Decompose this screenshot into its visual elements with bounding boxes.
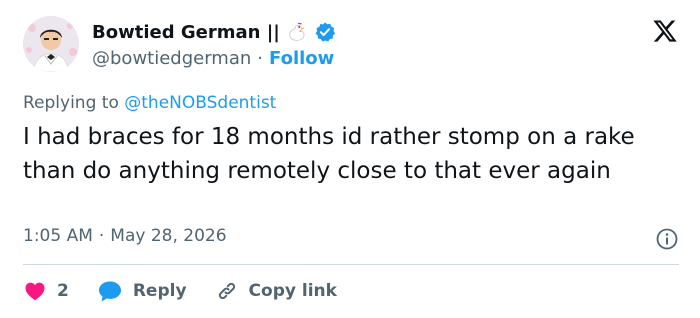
replying-to-line: Replying to @theNOBSdentist (23, 93, 276, 113)
replying-to-label: Replying to (23, 93, 125, 113)
author-name-row: Bowtied German || (92, 19, 336, 45)
tweet-timestamp[interactable]: 1:05 AM · May 28, 2026 (23, 226, 227, 246)
reply-button[interactable]: Reply (97, 279, 187, 303)
replying-to-mention[interactable]: @theNOBSdentist (124, 93, 276, 113)
like-button[interactable]: 2 (23, 279, 69, 303)
copy-link-label: Copy link (248, 281, 337, 301)
tweet-card: Bowtied German || @bowtiedgerman · Follo… (0, 0, 700, 318)
avatar[interactable] (23, 16, 79, 72)
verified-badge-icon (314, 21, 336, 43)
tweet-actions: 2 Reply Copy link (23, 276, 337, 306)
author-handle-row: @bowtiedgerman · Follow (92, 48, 334, 69)
chicken-icon (286, 21, 308, 43)
copy-link-button[interactable]: Copy link (215, 279, 337, 303)
separator-dot: · (98, 226, 105, 246)
heart-icon (25, 282, 45, 301)
divider (23, 264, 679, 265)
follow-button[interactable]: Follow (269, 48, 334, 69)
tweet-date: May 28, 2026 (110, 226, 227, 246)
tweet-time: 1:05 AM (23, 226, 93, 246)
tweet-text: I had braces for 18 months id rather sto… (23, 124, 635, 184)
x-logo-icon[interactable] (652, 18, 678, 44)
author-handle[interactable]: @bowtiedgerman (92, 48, 251, 69)
like-count: 2 (57, 281, 69, 301)
separator-dot: · (257, 48, 264, 69)
link-icon (218, 282, 235, 300)
author-display-name[interactable]: Bowtied German || (92, 22, 280, 43)
info-icon[interactable] (655, 227, 679, 251)
reply-label: Reply (132, 281, 187, 301)
reply-bubble-icon (98, 281, 121, 302)
